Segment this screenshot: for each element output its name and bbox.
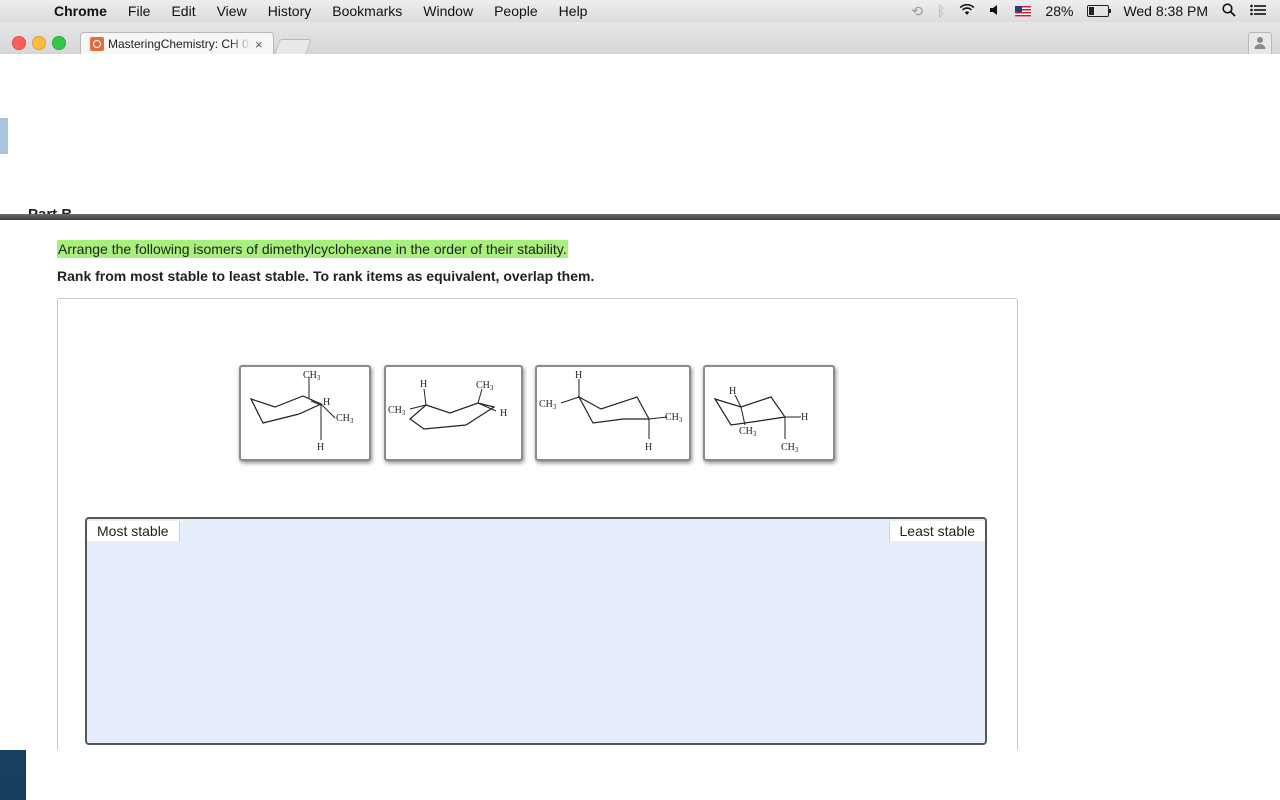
tab-title: MasteringChemistry: CH 04	[108, 37, 251, 51]
input-source-flag-icon[interactable]	[1015, 5, 1032, 17]
isomer-label: CH3	[665, 412, 683, 424]
macos-menubar: Chrome File Edit View History Bookmarks …	[0, 0, 1280, 23]
instruction-text: Rank from most stable to least stable. T…	[57, 268, 595, 284]
page-header-blank	[8, 54, 1280, 214]
menu-history[interactable]: History	[268, 3, 312, 19]
tab-close-icon[interactable]: ×	[255, 37, 263, 52]
isomer-label: CH3	[781, 442, 799, 454]
window-close-button[interactable]	[12, 36, 26, 50]
isomer-label: H	[317, 442, 324, 453]
ranking-workspace: CH3 H CH3 H H CH3 CH3 H H CH3 CH3 H H H …	[57, 298, 1018, 750]
isomer-label: H	[645, 442, 652, 453]
menu-people[interactable]: People	[494, 3, 538, 19]
isomer-label: CH3	[303, 370, 321, 382]
isomer-label: H	[323, 397, 330, 408]
menubar-status-area: ⟲ ᛒ 28% Wed 8:38 PM	[911, 0, 1280, 22]
sidebar-edge	[0, 118, 8, 154]
chrome-window: MasteringChemistry: CH 04 × Part B Arran…	[0, 22, 1280, 750]
ranking-drop-area[interactable]: Most stable Least stable	[85, 517, 987, 745]
isomer-label: H	[500, 408, 507, 419]
isomer-label: CH3	[336, 413, 354, 425]
desktop-window-behind	[26, 750, 1280, 800]
isomer-card[interactable]: H H CH3 CH3	[703, 365, 835, 461]
isomer-label: CH3	[739, 426, 757, 438]
isomer-card[interactable]: H CH3 CH3 H	[384, 365, 523, 461]
menu-bookmarks[interactable]: Bookmarks	[332, 3, 402, 19]
battery-icon[interactable]	[1087, 5, 1112, 17]
rank-most-stable-label: Most stable	[87, 521, 180, 541]
clock[interactable]: Wed 8:38 PM	[1123, 3, 1208, 19]
window-zoom-button[interactable]	[52, 36, 66, 50]
bluetooth-icon[interactable]: ᛒ	[937, 3, 945, 19]
page-content: Part B Arrange the following isomers of …	[0, 54, 1280, 750]
isomer-label: CH3	[388, 405, 406, 417]
isomer-label: H	[575, 370, 582, 381]
new-tab-button[interactable]	[274, 39, 312, 54]
rank-least-stable-label: Least stable	[888, 521, 985, 541]
menu-window[interactable]: Window	[423, 3, 473, 19]
wifi-icon[interactable]	[959, 3, 975, 19]
tab-strip: MasteringChemistry: CH 04 ×	[0, 22, 1280, 56]
header-divider	[0, 214, 1280, 220]
profile-avatar-icon[interactable]	[1248, 32, 1272, 56]
isomer-label: H	[801, 412, 808, 423]
question-text: Arrange the following isomers of dimethy…	[57, 240, 568, 258]
mastering-favicon-icon	[90, 37, 104, 51]
menubar-menus: Chrome File Edit View History Bookmarks …	[54, 3, 608, 19]
isomer-label: CH3	[476, 380, 494, 392]
menu-file[interactable]: File	[128, 3, 151, 19]
isomer-label: CH3	[539, 399, 557, 411]
notification-center-icon[interactable]	[1250, 3, 1266, 19]
isomer-label: H	[420, 379, 427, 390]
isomer-label: H	[729, 386, 736, 397]
menu-help[interactable]: Help	[559, 3, 588, 19]
battery-percent[interactable]: 28%	[1045, 3, 1073, 19]
tab-masteringchemistry[interactable]: MasteringChemistry: CH 04 ×	[80, 32, 274, 55]
isomer-card[interactable]: H CH3 CH3 H	[535, 365, 691, 461]
menu-view[interactable]: View	[217, 3, 247, 19]
isomer-card[interactable]: CH3 H CH3 H	[239, 365, 371, 461]
window-minimize-button[interactable]	[32, 36, 46, 50]
menu-app-name[interactable]: Chrome	[54, 3, 107, 19]
spotlight-search-icon[interactable]	[1222, 2, 1236, 20]
menu-edit[interactable]: Edit	[171, 3, 195, 19]
time-machine-icon[interactable]: ⟲	[911, 3, 923, 20]
volume-icon[interactable]	[989, 3, 1001, 19]
